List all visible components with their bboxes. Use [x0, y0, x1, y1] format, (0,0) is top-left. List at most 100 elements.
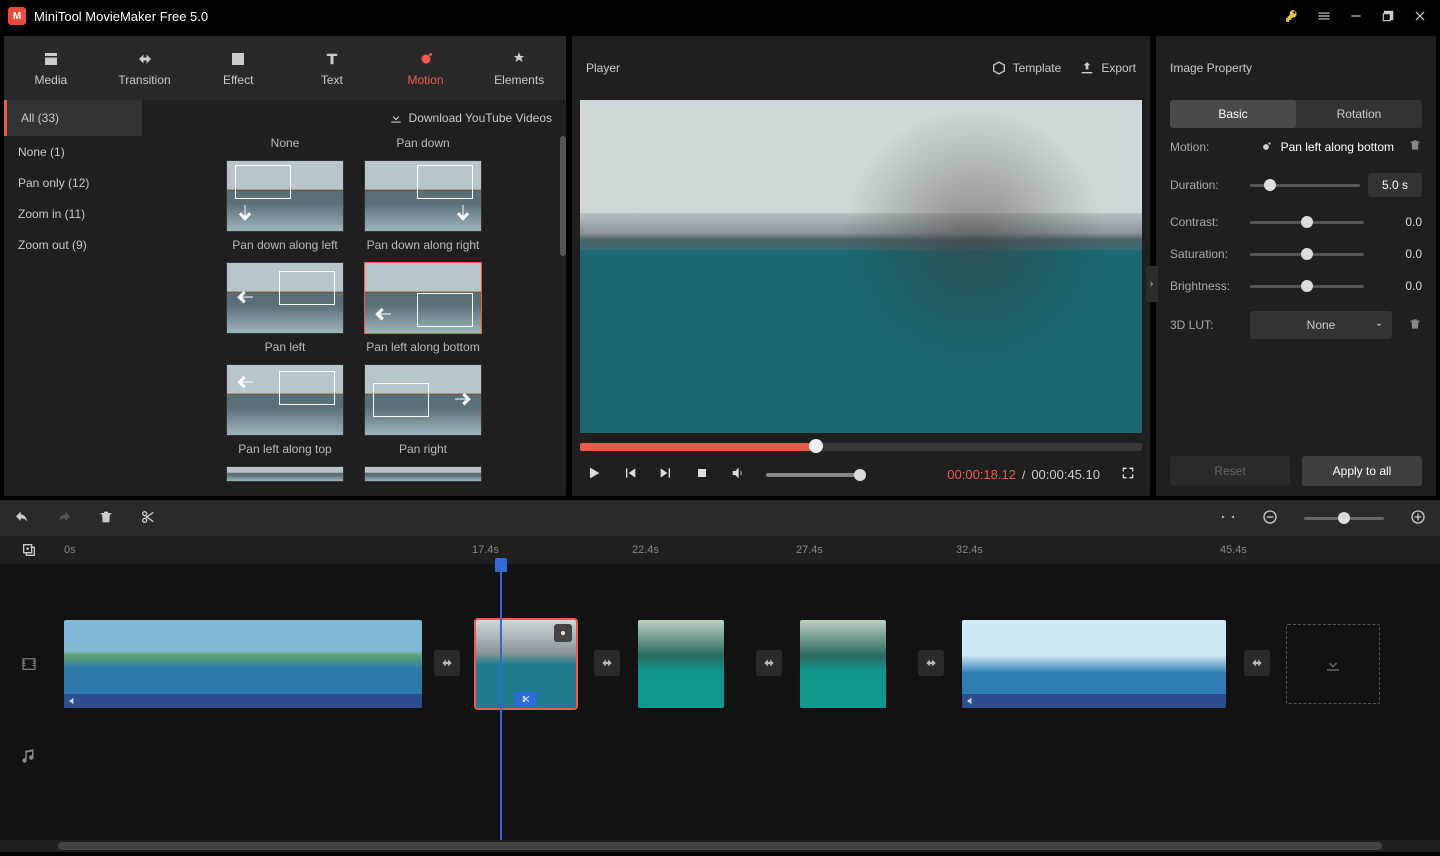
motion-thumb-pan-down-left[interactable] — [226, 160, 344, 232]
prev-button[interactable] — [622, 465, 638, 484]
category-zoom-out[interactable]: Zoom out (9) — [4, 229, 142, 260]
tab-effect[interactable]: Effect — [191, 36, 285, 100]
timeline-clip[interactable] — [800, 620, 886, 708]
chevron-down-icon — [1374, 320, 1384, 330]
motion-label: Pan left — [265, 340, 306, 358]
close-icon[interactable] — [1408, 4, 1432, 28]
motion-thumb-pan-down-right[interactable] — [364, 160, 482, 232]
zoom-in-button[interactable] — [1410, 509, 1426, 528]
menu-icon[interactable] — [1312, 4, 1336, 28]
clip-dropzone[interactable] — [1286, 624, 1380, 704]
tab-transition[interactable]: Transition — [98, 36, 192, 100]
playhead[interactable] — [500, 564, 502, 840]
transition-button[interactable] — [594, 650, 620, 676]
time-current: 00:00:18.12 — [947, 467, 1016, 482]
motion-thumb-pan-left-bottom[interactable] — [364, 262, 482, 334]
volume-icon[interactable] — [730, 465, 746, 484]
motion-thumb-pan-right[interactable] — [364, 364, 482, 436]
timeline-clip[interactable] — [638, 620, 724, 708]
tab-rotation[interactable]: Rotation — [1296, 100, 1422, 128]
fullscreen-button[interactable] — [1120, 465, 1136, 484]
overlay-track[interactable] — [0, 564, 1440, 618]
category-pan-only[interactable]: Pan only (12) — [4, 167, 142, 198]
zoom-out-button[interactable] — [1262, 509, 1278, 528]
tab-basic[interactable]: Basic — [1170, 100, 1296, 128]
app-title: MiniTool MovieMaker Free 5.0 — [34, 9, 208, 24]
prop-saturation-label: Saturation: — [1170, 247, 1242, 261]
prop-motion-label: Motion: — [1170, 140, 1242, 154]
stop-button[interactable] — [694, 465, 710, 484]
transition-button[interactable] — [918, 650, 944, 676]
prop-contrast-label: Contrast: — [1170, 215, 1242, 229]
timeline-clip[interactable] — [962, 620, 1226, 708]
volume-slider[interactable] — [766, 473, 866, 477]
fit-button[interactable] — [1220, 509, 1236, 528]
lut-delete-button[interactable] — [1408, 317, 1422, 334]
split-button[interactable] — [140, 509, 156, 528]
export-button[interactable]: Export — [1079, 60, 1136, 76]
brightness-slider[interactable] — [1250, 285, 1364, 288]
transition-button[interactable] — [756, 650, 782, 676]
redo-button[interactable] — [56, 509, 72, 528]
duration-value[interactable]: 5.0 s — [1368, 173, 1422, 197]
timeline-hscroll[interactable] — [0, 840, 1440, 852]
ruler-tick: 0s — [64, 544, 76, 556]
template-button[interactable]: Template — [991, 60, 1062, 76]
tab-motion[interactable]: Motion — [379, 36, 473, 100]
motion-thumb-partial[interactable] — [226, 466, 344, 482]
motion-thumb-pan-left-top[interactable] — [226, 364, 344, 436]
duration-slider[interactable] — [1250, 184, 1360, 187]
time-duration: 00:00:45.10 — [1031, 467, 1100, 482]
app-logo: M — [8, 7, 26, 25]
timeline-clip-selected[interactable] — [476, 620, 576, 708]
maximize-icon[interactable] — [1376, 4, 1400, 28]
zoom-slider[interactable] — [1304, 517, 1384, 520]
minimize-icon[interactable] — [1344, 4, 1368, 28]
split-badge-icon — [515, 692, 537, 706]
music-track[interactable] — [0, 710, 1440, 802]
timeline-ruler[interactable]: 0s 17.4s 22.4s 27.4s 32.4s 45.4s — [0, 536, 1440, 564]
tab-elements[interactable]: Elements — [472, 36, 566, 100]
ruler-tick: 45.4s — [1220, 544, 1247, 556]
prop-lut-label: 3D LUT: — [1170, 318, 1242, 332]
motion-scrollbar[interactable] — [560, 136, 566, 256]
undo-button[interactable] — [14, 509, 30, 528]
motion-label: Pan left along top — [238, 442, 331, 460]
collapse-button[interactable] — [1146, 266, 1158, 302]
transition-button[interactable] — [434, 650, 460, 676]
titlebar: M MiniTool MovieMaker Free 5.0 — [0, 0, 1440, 32]
motion-label: Pan right — [399, 442, 447, 460]
timeline-clip[interactable] — [64, 620, 422, 708]
reset-button[interactable]: Reset — [1170, 456, 1290, 486]
category-none[interactable]: None (1) — [4, 136, 142, 167]
brightness-value: 0.0 — [1372, 279, 1422, 293]
timeline-tracks — [0, 564, 1440, 840]
tab-text[interactable]: Text — [285, 36, 379, 100]
motion-grid: None Pan down Pan down along left Pan do… — [142, 136, 566, 496]
video-preview[interactable] — [580, 100, 1142, 433]
transition-button[interactable] — [1244, 650, 1270, 676]
motion-label: Pan left along bottom — [366, 340, 479, 358]
lut-select[interactable]: None — [1250, 311, 1392, 339]
category-all[interactable]: All (33) — [4, 100, 142, 136]
add-track-button[interactable] — [0, 542, 58, 558]
download-youtube-link[interactable]: Download YouTube Videos — [142, 111, 566, 125]
player-title: Player — [586, 61, 620, 75]
video-track[interactable] — [0, 618, 1440, 710]
delete-button[interactable] — [98, 509, 114, 528]
contrast-slider[interactable] — [1250, 221, 1364, 224]
key-icon[interactable] — [1280, 4, 1304, 28]
apply-all-button[interactable]: Apply to all — [1302, 456, 1422, 486]
category-zoom-in[interactable]: Zoom in (11) — [4, 198, 142, 229]
saturation-slider[interactable] — [1250, 253, 1364, 256]
ruler-tick: 22.4s — [632, 544, 659, 556]
motion-thumb-partial[interactable] — [364, 466, 482, 482]
next-button[interactable] — [658, 465, 674, 484]
play-button[interactable] — [586, 465, 602, 484]
tab-media[interactable]: Media — [4, 36, 98, 100]
motion-thumb-pan-left[interactable] — [226, 262, 344, 334]
timeline-toolbar — [0, 500, 1440, 536]
motion-delete-button[interactable] — [1408, 138, 1422, 155]
prop-brightness-label: Brightness: — [1170, 279, 1242, 293]
seek-bar[interactable] — [580, 443, 1142, 451]
